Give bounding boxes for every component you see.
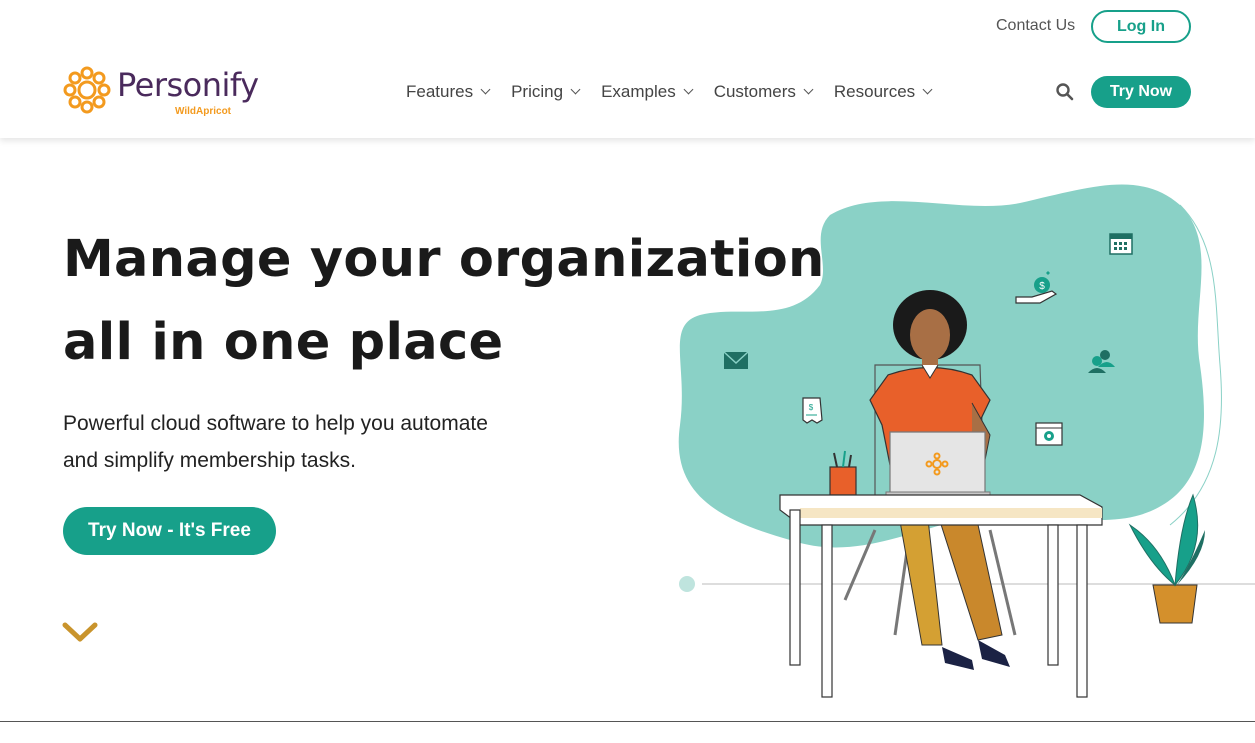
svg-text:$: $ bbox=[1039, 281, 1045, 292]
login-button[interactable]: Log In bbox=[1091, 10, 1191, 43]
personify-logo[interactable]: Personify WildApricot bbox=[62, 64, 272, 120]
try-now-button[interactable]: Try Now bbox=[1091, 76, 1191, 108]
chevron-down-icon bbox=[683, 84, 694, 95]
chevron-down-icon bbox=[922, 84, 933, 95]
contact-us-link[interactable]: Contact Us bbox=[996, 17, 1075, 35]
hero-subtitle-line: and simplify membership tasks. bbox=[63, 449, 356, 472]
nav-resources[interactable]: Resources bbox=[833, 82, 933, 102]
chevron-down-icon bbox=[570, 84, 581, 95]
chevron-down-icon[interactable] bbox=[62, 620, 98, 644]
hero-title-line: all in one place bbox=[63, 313, 504, 372]
settings-window-icon bbox=[1035, 422, 1063, 446]
hero-subtitle-line: Powerful cloud software to help you auto… bbox=[63, 412, 488, 435]
calendar-icon bbox=[1109, 233, 1133, 255]
invoice-icon: $ bbox=[802, 397, 823, 424]
search-icon[interactable] bbox=[1055, 82, 1075, 102]
nav-label: Examples bbox=[601, 82, 676, 101]
hero-title: Manage your organization all in one plac… bbox=[63, 218, 825, 384]
nav-examples[interactable]: Examples bbox=[601, 82, 694, 102]
hero-illustration: $ $ bbox=[678, 184, 1255, 698]
nav-features[interactable]: Features bbox=[406, 82, 491, 102]
nav-label: Pricing bbox=[511, 82, 564, 101]
hero-subtitle: Powerful cloud software to help you auto… bbox=[63, 405, 583, 479]
nav-label: Resources bbox=[833, 82, 916, 101]
envelope-icon bbox=[723, 351, 749, 369]
section-divider bbox=[0, 721, 1255, 722]
sunburst-logo-icon bbox=[63, 66, 111, 114]
nav-label: Features bbox=[406, 82, 474, 101]
svg-text:$: $ bbox=[809, 403, 814, 412]
chevron-down-icon bbox=[480, 84, 491, 95]
try-free-button[interactable]: Try Now - It's Free bbox=[63, 507, 276, 555]
site-header: Contact Us Log In Personify WildApricot … bbox=[0, 0, 1255, 138]
hero-title-line: Manage your organization bbox=[63, 230, 825, 289]
logo-wordmark: Personify bbox=[117, 66, 259, 104]
logo-subtitle: WildApricot bbox=[175, 106, 232, 117]
nav-label: Customers bbox=[713, 82, 796, 101]
main-nav: Features Pricing Examples Customers Reso… bbox=[406, 82, 953, 102]
nav-customers[interactable]: Customers bbox=[713, 82, 814, 102]
nav-pricing[interactable]: Pricing bbox=[511, 82, 581, 102]
chevron-down-icon bbox=[803, 84, 814, 95]
